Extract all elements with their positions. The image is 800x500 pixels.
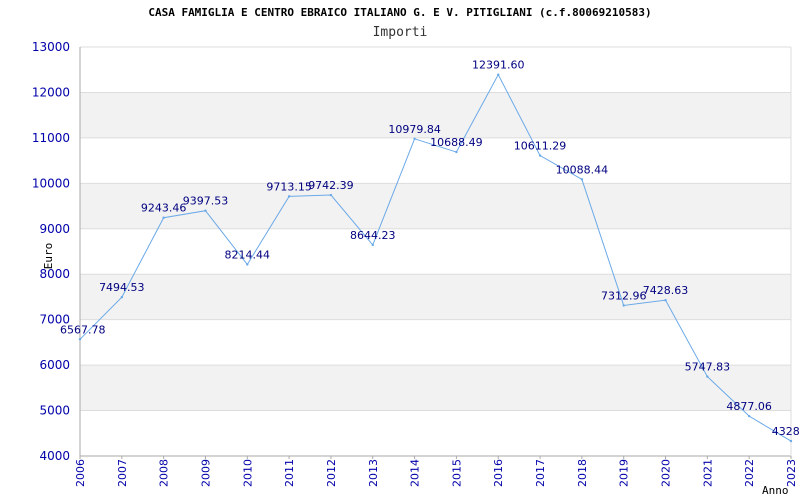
data-label: 9243.46 (141, 202, 187, 215)
y-tick-label: 10000 (32, 176, 70, 190)
data-label: 10688.49 (430, 136, 483, 149)
y-tick-label: 11000 (32, 131, 70, 145)
data-label: 7428.63 (643, 284, 689, 297)
x-tick-label: 2023 (785, 459, 798, 487)
data-point (789, 439, 793, 443)
y-tick-label: 4000 (39, 449, 70, 463)
x-tick-label: 2011 (283, 459, 296, 487)
x-tick-label: 2006 (74, 459, 87, 487)
x-tick-label: 2019 (618, 459, 631, 487)
x-tick-label: 2017 (534, 459, 547, 487)
data-point (246, 263, 249, 266)
x-tick-label: 2012 (325, 459, 338, 487)
line-chart: 4000500060007000800090001000011000120001… (32, 40, 800, 497)
data-label: 4877.06 (726, 400, 772, 413)
x-tick-label: 2021 (701, 459, 714, 487)
data-point (706, 375, 709, 378)
x-tick-label: 2014 (409, 459, 422, 487)
x-axis-label: Anno (762, 484, 789, 497)
x-tick-label: 2009 (199, 459, 212, 487)
data-point (78, 338, 82, 341)
data-label: 10979.84 (388, 123, 441, 136)
data-point (580, 178, 584, 181)
y-tick-label: 6000 (39, 358, 70, 372)
data-point (329, 193, 333, 197)
data-point (204, 209, 207, 212)
x-tick-label: 2008 (158, 459, 171, 487)
y-axis-label: Euro (42, 243, 55, 270)
data-point (664, 298, 667, 302)
data-label: 9397.53 (183, 195, 229, 208)
data-label: 6567.78 (60, 323, 106, 336)
x-tick-label: 2020 (660, 459, 673, 487)
data-point (371, 243, 374, 247)
data-label: 7494.53 (99, 281, 145, 294)
data-label: 7312.96 (601, 289, 647, 302)
data-label: 8644.23 (350, 229, 396, 242)
data-point (413, 137, 416, 141)
data-label: 8214.44 (225, 248, 271, 261)
data-point (120, 295, 124, 299)
data-label: 10088.44 (556, 163, 609, 176)
y-tick-label: 12000 (32, 85, 70, 99)
data-point (162, 216, 165, 219)
data-label: 5747.83 (685, 361, 731, 374)
y-tick-label: 9000 (39, 222, 70, 236)
data-point (622, 304, 625, 307)
data-label: 10611.29 (514, 140, 567, 153)
data-point (538, 154, 542, 157)
data-point (747, 414, 751, 418)
x-tick-label: 2010 (241, 459, 254, 487)
x-tick-label: 2015 (450, 459, 463, 487)
data-point (497, 73, 500, 76)
x-tick-label: 2013 (367, 459, 380, 487)
y-tick-label: 5000 (39, 404, 70, 418)
x-tick-label: 2007 (116, 459, 129, 487)
data-label: 9713.15 (266, 180, 312, 193)
x-ticks: 2006 2007 2008 2009 2010 2011 2012 2013 2014 2015… (74, 456, 798, 487)
x-tick-label: 2016 (492, 459, 505, 487)
data-label: 12391.60 (472, 59, 525, 72)
data-label: 9742.39 (308, 179, 354, 192)
x-tick-label: 2022 (743, 459, 756, 487)
data-label: 4328.5 (772, 425, 800, 438)
data-point (455, 150, 458, 154)
x-tick-label: 2018 (576, 459, 589, 487)
y-tick-label: 13000 (32, 40, 70, 54)
data-point (287, 195, 291, 198)
